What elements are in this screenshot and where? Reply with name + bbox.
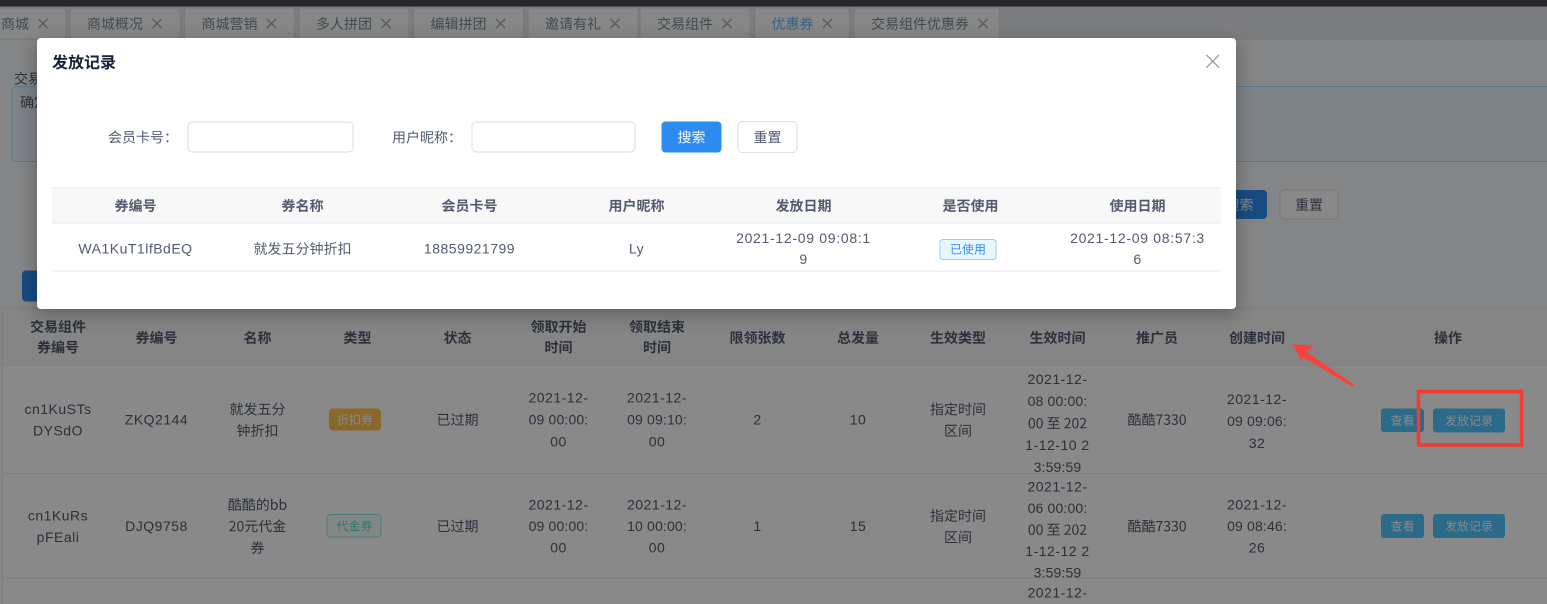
svg-text:Ly: Ly — [629, 241, 644, 257]
svg-text:WA1KuT1lfBdEQ: WA1KuT1lfBdEQ — [78, 241, 192, 257]
svg-text:6: 6 — [1133, 251, 1141, 267]
svg-text:18859921799: 18859921799 — [424, 241, 515, 257]
svg-text:2021-12-09 09:08:1: 2021-12-09 09:08:1 — [736, 230, 871, 246]
svg-text:9: 9 — [799, 251, 807, 267]
svg-text:2021-12-09 08:57:3: 2021-12-09 08:57:3 — [1070, 230, 1205, 246]
